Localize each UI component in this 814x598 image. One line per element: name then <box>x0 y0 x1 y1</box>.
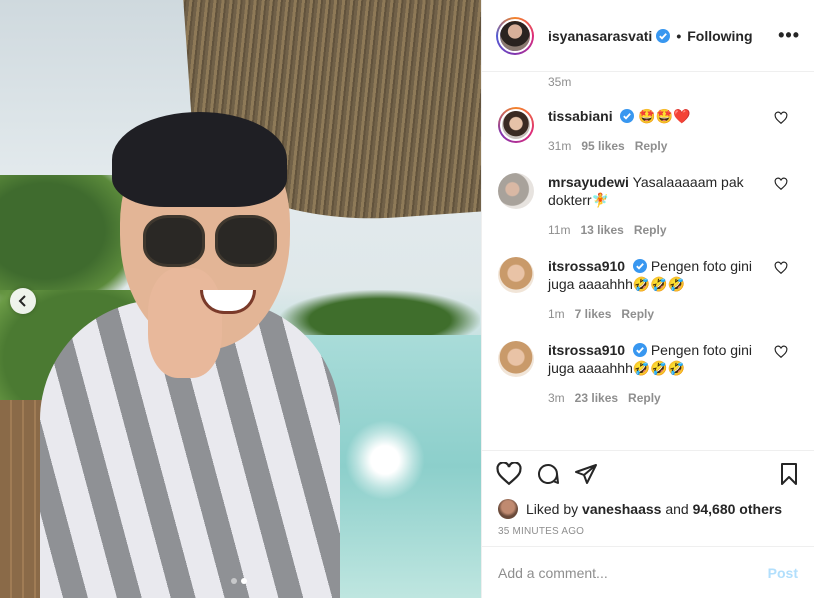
comment-time[interactable]: 3m <box>548 389 565 407</box>
add-comment-input[interactable] <box>498 564 768 581</box>
comment-item: mrsayudewi Yasalaaaaam pak dokterr🧚 11m … <box>498 173 798 239</box>
action-bar <box>482 450 814 496</box>
post-photo[interactable] <box>0 0 481 598</box>
comment-username[interactable]: itsrossa910 <box>548 342 625 358</box>
photo-hand <box>148 268 222 378</box>
share-icon <box>575 463 597 484</box>
save-button[interactable] <box>778 462 800 486</box>
comment-likes[interactable]: 7 likes <box>575 305 612 323</box>
comment-avatar[interactable] <box>498 257 534 293</box>
likes-summary: Liked by vaneshaass and 94,680 others <box>482 496 814 522</box>
verified-icon <box>620 109 635 123</box>
likes-others-link[interactable]: 94,680 others <box>693 501 783 517</box>
comment-likes[interactable]: 23 likes <box>575 389 618 407</box>
comment-reply-button[interactable]: Reply <box>635 137 668 155</box>
comment-time[interactable]: 31m <box>548 137 571 155</box>
comment-time[interactable]: 1m <box>548 305 565 323</box>
likes-prefix: Liked by <box>526 501 579 517</box>
author-username[interactable]: isyanasarasvati <box>548 28 652 44</box>
comment-avatar[interactable] <box>498 107 534 143</box>
likes-and: and <box>665 501 689 517</box>
verified-icon <box>632 259 647 273</box>
instagram-post: isyanasarasvati • Following ••• 35m tiss… <box>0 0 814 598</box>
bookmark-icon <box>781 462 797 485</box>
comment-like-heart-icon[interactable] <box>774 345 788 359</box>
header-separator: • <box>676 27 682 44</box>
comment-avatar[interactable] <box>498 173 534 209</box>
comment-reply-button[interactable]: Reply <box>634 221 667 239</box>
comment-username[interactable]: tissabiani <box>548 108 613 124</box>
post-comment-button[interactable]: Post <box>768 565 798 581</box>
carousel-dot <box>231 578 237 584</box>
more-options-icon[interactable]: ••• <box>778 25 800 46</box>
comments-list[interactable]: 35m tissabiani 🤩🤩❤️ 31m 95 likes Reply m… <box>482 72 814 450</box>
like-button[interactable] <box>496 461 522 486</box>
verified-icon <box>632 343 647 357</box>
post-side-panel: isyanasarasvati • Following ••• 35m tiss… <box>481 0 814 598</box>
share-button[interactable] <box>574 462 598 486</box>
post-timestamp[interactable]: 35 MINUTES AGO <box>482 522 814 546</box>
comment-time[interactable]: 11m <box>548 221 570 239</box>
comment-likes[interactable]: 13 likes <box>580 221 623 239</box>
comment-avatar[interactable] <box>498 341 534 377</box>
comment-like-heart-icon[interactable] <box>774 177 788 191</box>
carousel-prev-button[interactable] <box>10 288 36 314</box>
comment-username[interactable]: mrsayudewi <box>548 174 629 190</box>
author-avatar[interactable] <box>496 16 534 55</box>
carousel-dot-active <box>241 578 247 584</box>
photo-sun-glare <box>345 420 425 500</box>
comment-like-heart-icon[interactable] <box>774 261 788 275</box>
comment-likes[interactable]: 95 likes <box>581 137 624 155</box>
comment-item: itsrossa910 Pengen foto gini juga aaaahh… <box>498 257 798 323</box>
comment-button[interactable] <box>536 462 560 486</box>
liker-username[interactable]: vaneshaass <box>582 501 661 517</box>
photo-person-hair <box>112 112 287 207</box>
comment-like-heart-icon[interactable] <box>774 111 788 125</box>
caption-time: 35m <box>548 75 572 89</box>
post-header: isyanasarasvati • Following ••• <box>482 0 814 72</box>
comment-icon <box>538 463 559 484</box>
heart-icon <box>496 461 522 485</box>
chevron-left-icon <box>18 295 26 307</box>
photo-sunglasses <box>143 215 279 273</box>
comment-item: tissabiani 🤩🤩❤️ 31m 95 likes Reply <box>498 107 798 155</box>
carousel-dots <box>231 578 247 584</box>
comment-text: 🤩🤩❤️ <box>638 108 691 124</box>
comment-reply-button[interactable]: Reply <box>628 389 661 407</box>
comment-username[interactable]: itsrossa910 <box>548 258 625 274</box>
following-button[interactable]: Following <box>687 28 752 44</box>
liker-avatar[interactable] <box>498 499 518 519</box>
comment-reply-button[interactable]: Reply <box>621 305 654 323</box>
comment-item: itsrossa910 Pengen foto gini juga aaaahh… <box>498 341 798 407</box>
add-comment-bar: Post <box>482 546 814 598</box>
verified-icon <box>656 28 671 43</box>
